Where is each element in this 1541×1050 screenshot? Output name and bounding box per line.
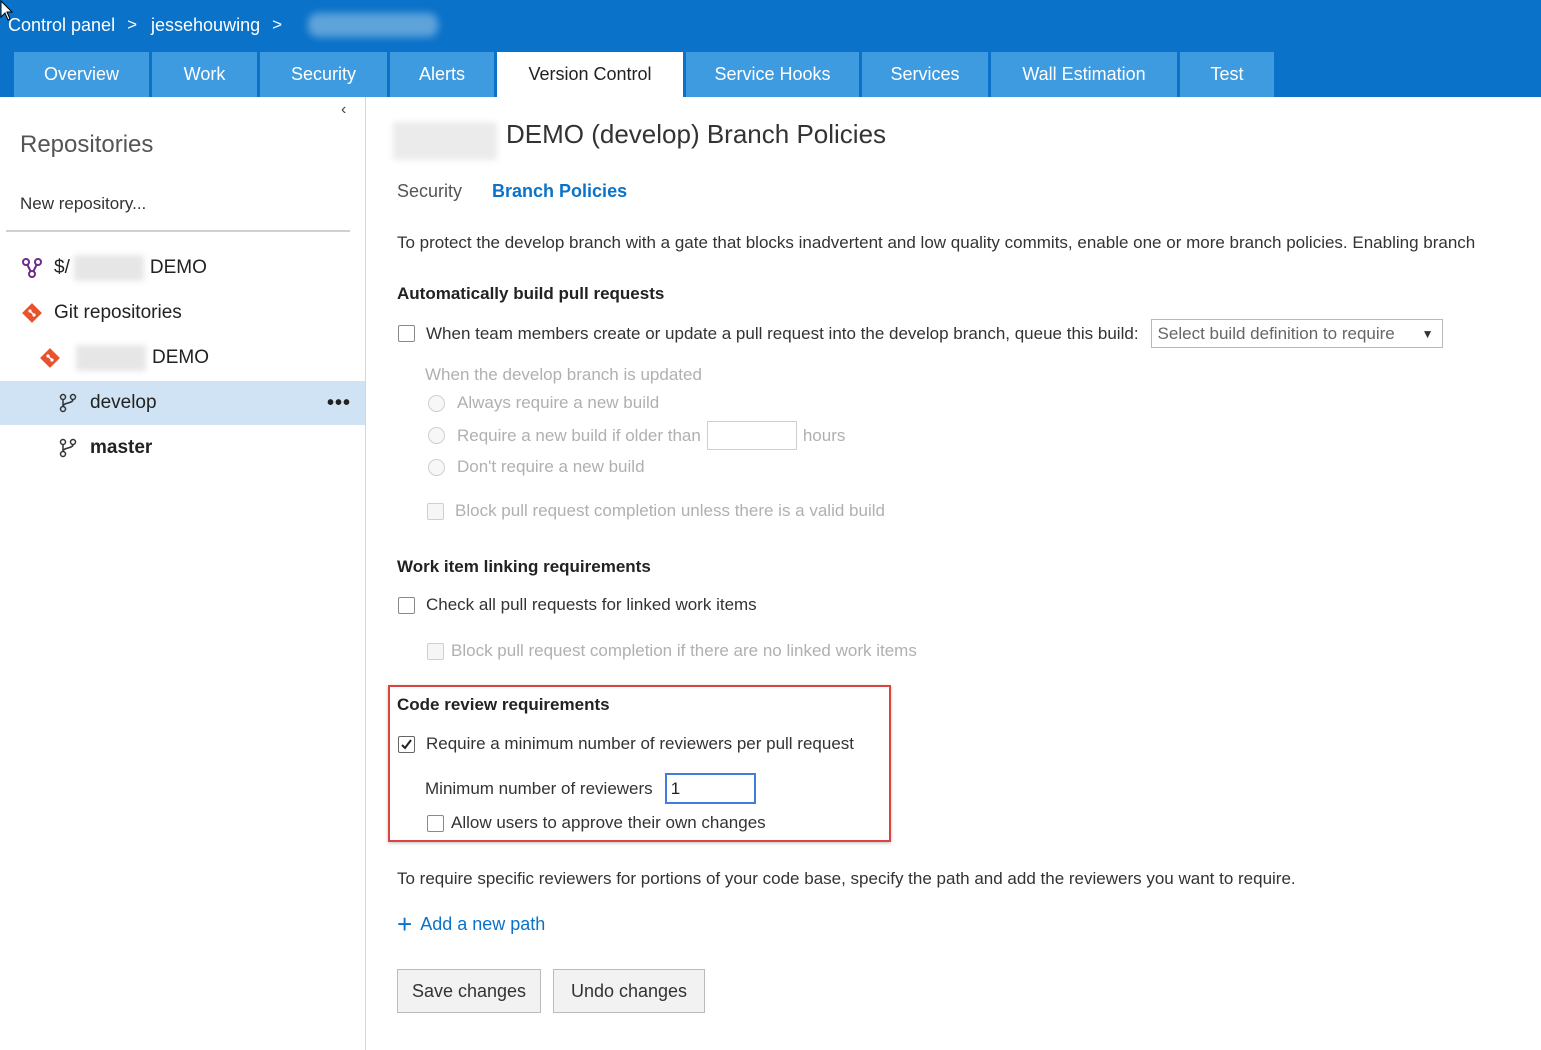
min-reviewers-count-label: Minimum number of reviewers: [425, 778, 653, 798]
radio-require-if-older[interactable]: [428, 427, 445, 444]
tree-item-git-repositories[interactable]: Git repositories: [20, 291, 182, 335]
collapse-sidebar-icon[interactable]: ‹: [341, 101, 346, 119]
option-always-row: Always require a new build: [428, 393, 659, 413]
branch-policies-panel: DEMO (develop) Branch Policies Security …: [367, 97, 1541, 1050]
breadcrumb-separator: >: [272, 15, 283, 34]
build-trigger-label: When the develop branch is updated: [425, 365, 702, 384]
branch-name: develop: [90, 392, 157, 413]
save-changes-button[interactable]: Save changes: [397, 969, 541, 1013]
tab-service-hooks[interactable]: Service Hooks: [686, 52, 859, 97]
tree-item-branch-develop[interactable]: develop •••: [0, 381, 365, 425]
block-build-label: Block pull request completion unless the…: [455, 501, 885, 520]
breadcrumb-collection[interactable]: jessehouwing: [151, 15, 260, 36]
specific-reviewers-text: To require specific reviewers for portio…: [397, 869, 1296, 888]
block-build-checkbox[interactable]: [427, 502, 444, 520]
build-policy-label: When team members create or update a pul…: [426, 323, 1139, 343]
breadcrumb-project-redacted[interactable]: [308, 13, 439, 37]
tab-work[interactable]: Work: [152, 52, 257, 97]
min-reviewers-count-row: Minimum number of reviewers 1: [425, 773, 756, 804]
checkmark-icon: [401, 738, 412, 750]
option-dont-row: Don't require a new build: [428, 457, 645, 477]
branch-icon: [56, 436, 80, 460]
option-dont-label: Don't require a new build: [457, 457, 645, 476]
allow-own-checkbox[interactable]: [427, 814, 444, 832]
min-reviewers-checkbox-label: Require a minimum number of reviewers pe…: [426, 734, 855, 753]
tab-wall-estimation[interactable]: Wall Estimation: [991, 52, 1177, 97]
tab-services[interactable]: Services: [862, 52, 988, 97]
breadcrumb-control-panel[interactable]: Control panel: [0, 15, 115, 36]
option-older-row: Require a new build if older than hours: [428, 421, 845, 450]
tab-alerts[interactable]: Alerts: [390, 52, 494, 97]
subtab-branch-policies[interactable]: Branch Policies: [492, 181, 627, 202]
branch-name: master: [90, 437, 153, 458]
subtab-security[interactable]: Security: [397, 181, 462, 202]
dropdown-arrow-icon: ▼: [1421, 326, 1434, 341]
breadcrumb-separator: >: [127, 15, 138, 34]
allow-own-row: Allow users to approve their own changes: [427, 813, 766, 833]
repositories-sidebar: ‹ Repositories New repository... $/ DEMO…: [0, 97, 366, 1050]
option-always-label: Always require a new build: [457, 393, 660, 412]
branch-more-actions-icon[interactable]: •••: [327, 392, 351, 415]
tab-version-control[interactable]: Version Control: [497, 52, 683, 97]
block-workitem-label: Block pull request completion if there a…: [451, 641, 917, 660]
option-older-label: Require a new build if older than: [457, 425, 701, 445]
min-reviewers-row: Require a minimum number of reviewers pe…: [398, 734, 854, 754]
branch-icon: [56, 391, 80, 415]
radio-dont-require[interactable]: [428, 458, 445, 476]
build-section-heading: Automatically build pull requests: [397, 284, 665, 303]
workitem-row: Check all pull requests for linked work …: [398, 595, 757, 615]
radio-always-require[interactable]: [428, 394, 445, 412]
breadcrumb: Control panel > jessehouwing >: [0, 11, 439, 39]
min-reviewers-checkbox[interactable]: [398, 735, 415, 753]
tab-overview[interactable]: Overview: [14, 52, 149, 97]
allow-own-label: Allow users to approve their own changes: [451, 813, 766, 832]
min-reviewers-input[interactable]: 1: [664, 773, 756, 804]
sidebar-title: Repositories: [20, 131, 154, 158]
tree-item-git-repo[interactable]: DEMO: [38, 336, 209, 380]
build-policy-row: When team members create or update a pul…: [398, 319, 1443, 348]
tfvc-repo-name: DEMO: [149, 257, 207, 278]
build-definition-select[interactable]: Select build definition to require ▼: [1150, 319, 1443, 348]
workitem-section-heading: Work item linking requirements: [397, 557, 651, 576]
admin-tabs: Overview Work Security Alerts Version Co…: [14, 52, 1277, 97]
redacted-name: [73, 255, 144, 281]
hours-label: hours: [802, 425, 846, 445]
undo-changes-button[interactable]: Undo changes: [553, 969, 705, 1013]
codereview-section-heading: Code review requirements: [397, 695, 610, 714]
new-repository-link[interactable]: New repository...: [20, 194, 146, 214]
block-workitem-row: Block pull request completion if there a…: [427, 641, 917, 661]
page-title: DEMO (develop) Branch Policies: [506, 119, 887, 149]
build-definition-placeholder: Select build definition to require: [1157, 323, 1395, 343]
git-repo-name: DEMO: [152, 347, 209, 368]
redacted-name: [76, 345, 146, 371]
block-build-row: Block pull request completion unless the…: [427, 501, 885, 521]
tfvc-repo-icon: [20, 256, 44, 280]
git-repo-icon: [38, 346, 62, 370]
tab-security[interactable]: Security: [260, 52, 387, 97]
git-icon: [20, 301, 44, 325]
block-workitem-checkbox[interactable]: [427, 642, 444, 660]
tree-item-branch-master[interactable]: master: [56, 426, 152, 470]
specific-reviewers-row: To require specific reviewers for portio…: [397, 869, 1296, 889]
sidebar-divider: [6, 230, 350, 232]
hours-input[interactable]: [706, 421, 797, 450]
plus-icon: +: [397, 909, 413, 939]
workitem-checkbox[interactable]: [398, 596, 415, 614]
tfvc-prefix: $/: [54, 257, 70, 278]
policy-subnav: Security Branch Policies: [397, 181, 627, 202]
add-path-label: Add a new path: [420, 913, 546, 934]
tab-test[interactable]: Test: [1180, 52, 1274, 97]
top-header: Control panel > jessehouwing > Overview …: [0, 0, 1541, 97]
git-repositories-label: Git repositories: [54, 302, 182, 323]
build-trigger-label-row: When the develop branch is updated: [425, 365, 702, 385]
add-path-link[interactable]: + Add a new path: [397, 911, 545, 937]
intro-text: To protect the develop branch with a gat…: [397, 233, 1476, 252]
tree-item-tfvc[interactable]: $/ DEMO: [20, 246, 207, 290]
redacted-title-prefix: [393, 122, 497, 160]
build-policy-checkbox[interactable]: [398, 325, 415, 342]
workitem-label: Check all pull requests for linked work …: [426, 595, 757, 614]
